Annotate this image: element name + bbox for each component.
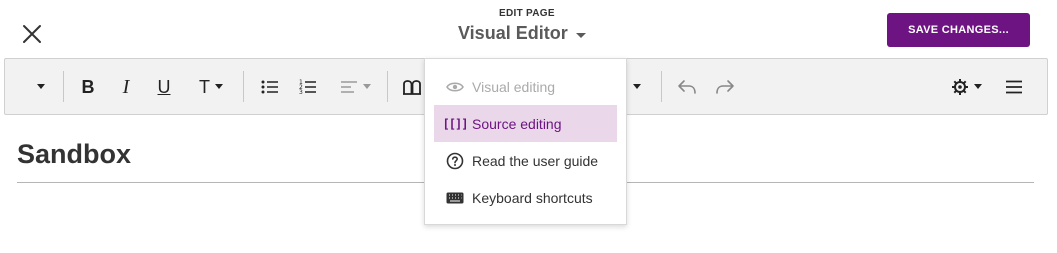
book-icon — [403, 79, 421, 95]
menu-item-label: Source editing — [472, 115, 562, 132]
svg-text:3: 3 — [299, 89, 303, 95]
hamburger-icon — [1006, 80, 1022, 93]
insert-menu-button[interactable] — [627, 59, 647, 114]
heading-format-button[interactable] — [29, 59, 53, 114]
italic-button[interactable]: I — [115, 59, 137, 114]
text-style-icon: T — [199, 76, 210, 97]
eye-icon — [445, 77, 465, 97]
undo-button[interactable] — [675, 59, 699, 114]
undo-icon — [678, 79, 696, 94]
chevron-down-icon — [973, 84, 982, 89]
close-button[interactable] — [18, 20, 46, 48]
bullet-list-button[interactable] — [259, 59, 281, 114]
redo-button[interactable] — [713, 59, 737, 114]
toolbar-divider — [387, 71, 388, 102]
redo-icon — [716, 79, 734, 94]
chevron-down-icon — [37, 84, 45, 89]
align-icon — [340, 80, 357, 93]
numbered-list-icon: 1 2 3 — [299, 79, 316, 95]
menu-item-keyboard-shortcuts[interactable]: Keyboard shortcuts — [434, 179, 617, 216]
editor-mode-switch[interactable]: Visual Editor — [458, 23, 586, 44]
toolbar-divider — [243, 71, 244, 102]
chevron-down-icon — [575, 32, 586, 38]
editor-mode-title: Visual Editor — [458, 23, 568, 43]
toolbar-divider — [661, 71, 662, 102]
text-style-button[interactable]: T — [191, 59, 231, 114]
numbered-list-button[interactable]: 1 2 3 — [297, 59, 319, 114]
toolbar-divider — [63, 71, 64, 102]
menu-item-label: Read the user guide — [472, 152, 599, 169]
page-options-button[interactable] — [947, 59, 985, 114]
menu-item-label: Visual editing — [472, 78, 556, 95]
source-bracket-icon: [[]] — [442, 116, 469, 131]
page-title: Sandbox — [17, 139, 132, 169]
edit-page-label: EDIT PAGE — [499, 8, 555, 19]
keyboard-icon — [445, 188, 465, 208]
underline-button[interactable]: U — [153, 59, 175, 114]
align-button[interactable] — [335, 59, 375, 114]
italic-icon: I — [122, 75, 130, 98]
bold-button[interactable]: B — [77, 59, 99, 114]
help-circle-icon — [445, 151, 465, 171]
close-icon — [23, 25, 41, 43]
chevron-down-icon — [215, 84, 223, 89]
menu-item-user-guide[interactable]: Read the user guide — [434, 142, 617, 179]
menu-item-source-editing[interactable]: [[]] Source editing — [434, 105, 617, 142]
gear-icon — [951, 78, 968, 95]
chevron-down-icon — [633, 84, 641, 89]
menu-item-visual-editing[interactable]: Visual editing — [434, 68, 617, 105]
underline-icon: U — [157, 76, 171, 97]
bullet-list-icon — [261, 80, 278, 93]
bold-icon: B — [81, 76, 95, 97]
editor-mode-menu: Visual editing [[]] Source editing Read … — [424, 58, 627, 225]
menu-item-label: Keyboard shortcuts — [472, 189, 593, 206]
chevron-down-icon — [362, 84, 371, 89]
cite-button[interactable] — [401, 59, 423, 114]
save-changes-button[interactable]: SAVE CHANGES... — [887, 13, 1030, 47]
menu-button[interactable] — [1003, 59, 1025, 114]
